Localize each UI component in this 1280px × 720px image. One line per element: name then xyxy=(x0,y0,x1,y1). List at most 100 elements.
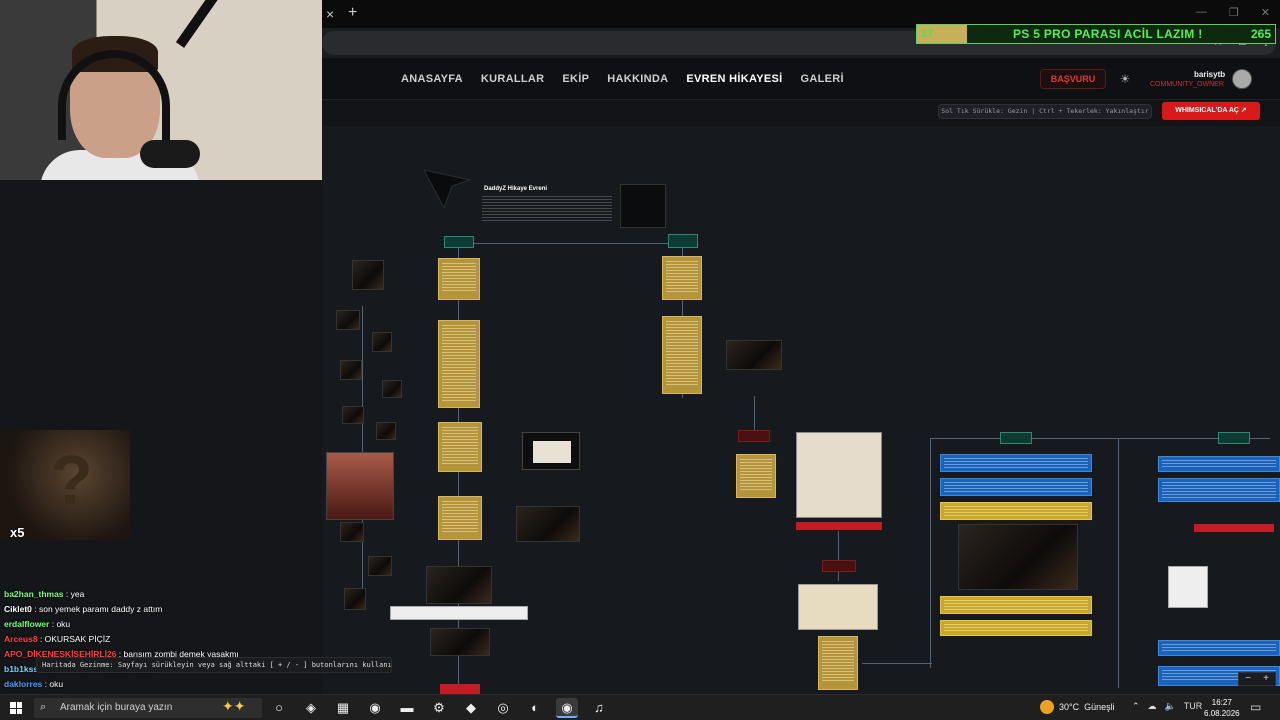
chat-text: son yemek paramı daddy z attım xyxy=(38,604,163,614)
steam-icon[interactable]: ⚙ xyxy=(428,698,450,718)
story-card[interactable] xyxy=(736,454,776,498)
nav-link[interactable]: HAKKINDA xyxy=(607,73,668,85)
timeline-node[interactable] xyxy=(444,236,474,248)
story-block[interactable] xyxy=(940,596,1092,614)
close-window-icon[interactable]: ✕ xyxy=(1261,6,1270,19)
chrome-icon[interactable]: ◉ xyxy=(364,698,386,718)
donation-amount: 37 xyxy=(921,28,934,40)
clock[interactable]: 16:27 6.08.2026 xyxy=(1204,697,1240,719)
nav-links: ANASAYFA KURALLAR EKİP HAKKINDA EVREN HİKAYE… xyxy=(401,73,844,85)
task-view-icon[interactable]: ○ xyxy=(268,698,290,718)
story-block[interactable] xyxy=(940,478,1092,496)
window-controls: — ❐ ✕ xyxy=(1196,6,1270,19)
windows-taskbar: ⌕ Aramak için buraya yazın ✦✦ ○ ◈ ▦ ◉ ▬ ⚙ ◆ ◎ ◐ ◉… xyxy=(0,694,1280,720)
zoom-in-button[interactable]: + xyxy=(1263,673,1269,685)
story-block[interactable] xyxy=(1158,640,1280,656)
chat-username: Ciklet0 xyxy=(4,604,32,614)
spotify-icon[interactable]: ♫ xyxy=(588,698,610,718)
network-icon[interactable]: ☁ xyxy=(1148,701,1157,712)
minimize-icon[interactable]: — xyxy=(1196,6,1207,19)
copilot-icon[interactable]: ◈ xyxy=(300,698,322,718)
story-map-canvas[interactable]: DaddyZ Hikaye Evreni xyxy=(322,126,1280,694)
weather-temp: 30°C xyxy=(1059,702,1080,712)
story-card[interactable] xyxy=(438,320,480,408)
timeline-node[interactable] xyxy=(668,234,698,248)
start-button[interactable] xyxy=(10,702,22,714)
explorer-icon[interactable]: ▬ xyxy=(396,698,418,718)
scene-image[interactable] xyxy=(522,432,580,470)
donation-goal-bar: 37 PS 5 PRO PARASI ACİL LAZIM ! 265 xyxy=(916,24,1276,44)
nav-link[interactable]: GALERİ xyxy=(800,73,843,85)
discord-icon[interactable]: ◐ xyxy=(524,698,546,718)
character-portrait[interactable] xyxy=(342,406,364,424)
avatar[interactable] xyxy=(1232,69,1252,89)
chapter-banner[interactable] xyxy=(796,522,882,530)
character-portrait[interactable] xyxy=(340,522,364,542)
scene-image[interactable] xyxy=(426,566,492,604)
character-portrait[interactable] xyxy=(326,452,394,520)
user-role: COMMUNITY_OWNER xyxy=(1150,81,1224,88)
story-block[interactable] xyxy=(1158,478,1280,502)
chat-message: daklorres : oku xyxy=(4,679,64,689)
timeline-node[interactable] xyxy=(1000,432,1032,444)
webcam-feed xyxy=(0,0,322,180)
score-table[interactable] xyxy=(798,584,878,630)
character-portrait[interactable] xyxy=(336,310,360,330)
nav-link[interactable]: EKİP xyxy=(562,73,589,85)
theme-toggle-icon[interactable]: ☀ xyxy=(1118,72,1132,86)
sparkle-icon[interactable]: ✦✦ xyxy=(222,698,245,715)
maximize-icon[interactable]: ❐ xyxy=(1229,6,1239,19)
new-tab-icon[interactable]: + xyxy=(348,4,357,22)
timeline-node[interactable] xyxy=(1218,432,1250,444)
nav-link[interactable]: ANASAYFA xyxy=(401,73,463,85)
story-card[interactable] xyxy=(438,496,482,540)
open-in-whimsical-button[interactable]: WHIMSICAL'DA AÇ ↗ xyxy=(1162,102,1260,120)
story-card[interactable] xyxy=(438,258,480,300)
nav-link[interactable]: EVREN HİKAYESİ xyxy=(686,73,782,85)
store-icon[interactable]: ▦ xyxy=(332,698,354,718)
character-portrait[interactable] xyxy=(352,260,384,290)
clock-time: 16:27 xyxy=(1211,698,1232,707)
character-portrait[interactable] xyxy=(368,556,392,576)
story-card[interactable] xyxy=(662,316,702,394)
story-card[interactable] xyxy=(438,422,482,472)
story-card[interactable] xyxy=(662,256,702,300)
app-icon[interactable]: ◆ xyxy=(460,698,482,718)
note-card[interactable] xyxy=(390,606,528,620)
site-nav: ANASAYFA KURALLAR EKİP HAKKINDA EVREN HİKAYE… xyxy=(322,58,1280,100)
character-portrait[interactable] xyxy=(340,360,362,380)
weather-desc: Güneşli xyxy=(1084,702,1115,712)
character-portrait[interactable] xyxy=(372,332,392,352)
chapter-banner[interactable] xyxy=(440,684,480,694)
chapter-node[interactable] xyxy=(738,430,770,442)
diagram-image[interactable] xyxy=(796,432,882,518)
chevron-up-icon[interactable]: ⌃ xyxy=(1132,701,1140,712)
chapter-node[interactable] xyxy=(822,560,856,572)
zoom-out-button[interactable]: − xyxy=(1245,673,1251,685)
apply-button[interactable]: BAŞVURU xyxy=(1040,69,1106,89)
weather-widget[interactable]: 30°C Güneşli xyxy=(1040,700,1115,714)
scene-image[interactable] xyxy=(726,340,782,370)
language-indicator[interactable]: TUR xyxy=(1184,701,1203,712)
story-block[interactable] xyxy=(940,502,1092,520)
obs-icon[interactable]: ◎ xyxy=(492,698,514,718)
scene-image[interactable] xyxy=(958,524,1078,590)
story-block[interactable] xyxy=(940,620,1092,636)
chrome-icon[interactable]: ◉ xyxy=(556,698,578,718)
story-card[interactable] xyxy=(818,636,858,690)
chat-message: Arceus8 : OKURSAK PİÇİZ xyxy=(4,634,111,644)
chapter-banner[interactable] xyxy=(1194,524,1274,532)
character-portrait[interactable] xyxy=(382,380,402,398)
story-block[interactable] xyxy=(940,454,1092,472)
character-portrait[interactable] xyxy=(376,422,396,440)
note-card[interactable] xyxy=(1168,566,1208,608)
character-portrait[interactable] xyxy=(344,588,366,610)
chat-text: oku xyxy=(49,679,64,689)
volume-icon[interactable]: 🔈 xyxy=(1165,701,1176,712)
nav-link[interactable]: KURALLAR xyxy=(481,73,545,85)
tab-close-icon[interactable]: × xyxy=(326,6,334,22)
scene-image[interactable] xyxy=(516,506,580,542)
notification-icon[interactable]: ▭ xyxy=(1250,700,1261,714)
scene-image[interactable] xyxy=(430,628,490,656)
story-block[interactable] xyxy=(1158,456,1280,472)
